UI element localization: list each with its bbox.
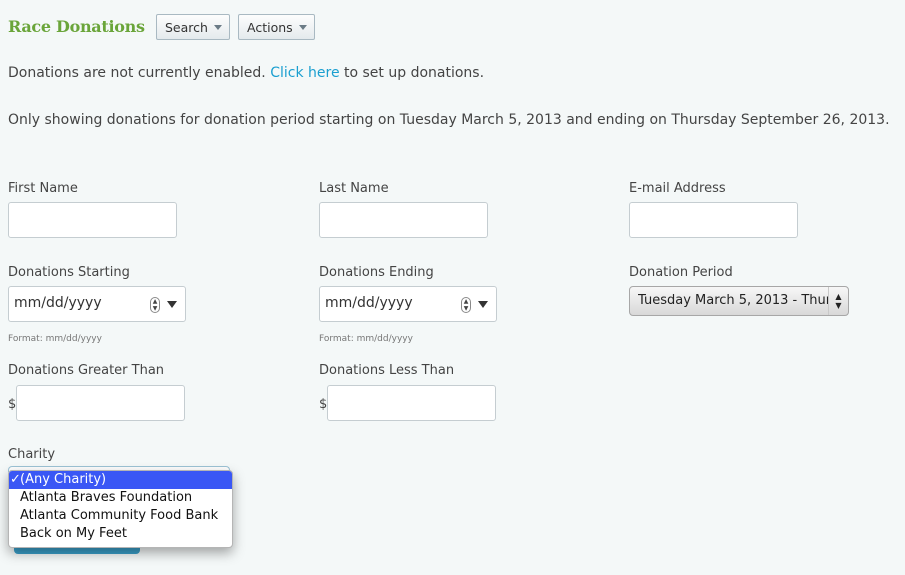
donation-period-label: Donation Period <box>629 265 733 280</box>
actions-dropdown-button[interactable]: Actions <box>238 14 315 40</box>
donation-period-select[interactable]: Tuesday March 5, 2013 - Thursday Septemb… <box>629 286 849 316</box>
donations-ending-label: Donations Ending <box>319 265 434 280</box>
disabled-message-suffix: to set up donations. <box>339 65 485 81</box>
date-placeholder: mm/dd/yyyy <box>325 295 413 311</box>
donations-ending-date-input[interactable]: mm/dd/yyyy ▲ ▼ <box>319 286 497 322</box>
calendar-dropdown-icon[interactable] <box>478 301 488 308</box>
charity-option-label: Atlanta Community Food Bank <box>20 508 219 523</box>
search-dropdown-button[interactable]: Search <box>156 14 230 40</box>
less-than-label: Donations Less Than <box>319 363 455 378</box>
donations-starting-date-input[interactable]: mm/dd/yyyy ▲ ▼ <box>8 286 186 322</box>
charity-option[interactable]: Atlanta Braves Foundation <box>9 489 232 507</box>
charity-option[interactable]: Atlanta Community Food Bank <box>9 507 232 525</box>
page-title: Race Donations <box>8 17 145 36</box>
email-label: E-mail Address <box>629 181 726 196</box>
greater-than-input[interactable] <box>16 385 185 421</box>
less-than-input[interactable] <box>327 385 496 421</box>
stepper-icon[interactable]: ▲ ▼ <box>150 297 160 313</box>
charity-dropdown-menu[interactable]: ✓ (Any Charity) Atlanta Braves Foundatio… <box>8 470 233 548</box>
date-format-hint: Format: mm/dd/yyyy <box>8 334 102 344</box>
date-format-hint: Format: mm/dd/yyyy <box>319 334 413 344</box>
stepper-icon[interactable]: ▲ ▼ <box>461 297 471 313</box>
last-name-label: Last Name <box>319 181 389 196</box>
greater-than-label: Donations Greater Than <box>8 363 165 378</box>
donations-disabled-message: Donations are not currently enabled. Cli… <box>8 65 484 81</box>
charity-option[interactable]: Back on My Feet <box>9 525 232 543</box>
first-name-input[interactable] <box>8 202 177 238</box>
checkmark-icon: ✓ <box>10 472 21 487</box>
charity-option-label: Atlanta Braves Foundation <box>20 490 193 505</box>
actions-button-label: Actions <box>247 20 293 35</box>
donation-period-value: Tuesday March 5, 2013 - Thursday Septemb… <box>638 293 828 308</box>
charity-label: Charity <box>8 447 56 462</box>
disabled-message-prefix: Donations are not currently enabled. <box>8 65 271 81</box>
email-input[interactable] <box>629 202 798 238</box>
caret-down-icon <box>214 25 222 30</box>
first-name-label: First Name <box>8 181 78 196</box>
date-placeholder: mm/dd/yyyy <box>14 295 102 311</box>
setup-donations-link[interactable]: Click here <box>270 65 339 81</box>
calendar-dropdown-icon[interactable] <box>167 301 177 308</box>
period-note: Only showing donations for donation peri… <box>8 112 890 128</box>
select-arrows-icon: ▲ ▼ <box>828 287 848 315</box>
search-button-label: Search <box>165 20 208 35</box>
donations-starting-label: Donations Starting <box>8 265 130 280</box>
caret-down-icon <box>299 25 307 30</box>
charity-option-label: (Any Charity) <box>20 472 107 487</box>
charity-option-label: Back on My Feet <box>20 526 127 541</box>
charity-option[interactable]: ✓ (Any Charity) <box>9 471 232 489</box>
last-name-input[interactable] <box>319 202 488 238</box>
